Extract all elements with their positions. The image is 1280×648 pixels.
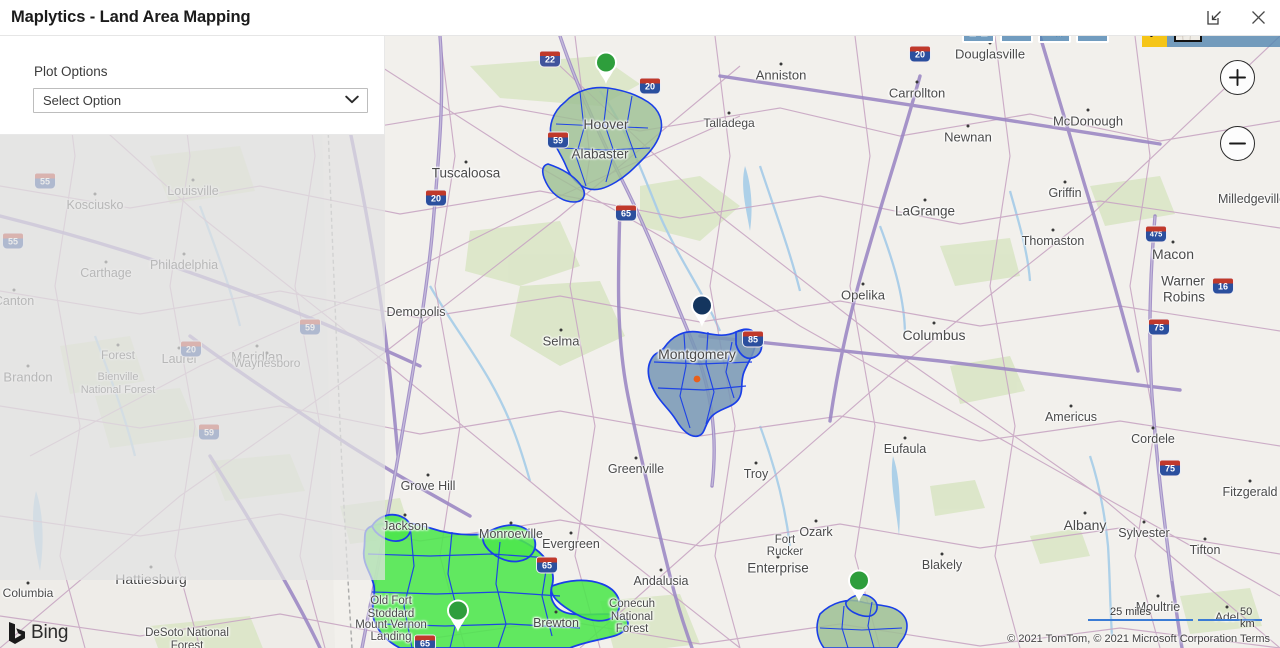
plot-options-panel: Plot Options Select Option bbox=[0, 36, 385, 135]
map-zoom-controls bbox=[1220, 60, 1255, 192]
plus-icon bbox=[1229, 69, 1246, 86]
bing-label: Bing bbox=[31, 622, 69, 643]
scale-line-miles bbox=[1088, 619, 1193, 621]
scale-bar: 25 miles 50 km bbox=[1050, 606, 1265, 630]
attribution-terms-link[interactable]: Terms bbox=[1240, 633, 1270, 645]
map-attribution: © 2021 TomTom, © 2021 Microsoft Corporat… bbox=[1007, 633, 1270, 645]
minus-icon bbox=[1229, 142, 1246, 145]
popout-icon[interactable] bbox=[1192, 0, 1236, 36]
close-glyph bbox=[1251, 11, 1265, 24]
bing-mark-icon bbox=[9, 622, 25, 644]
plot-options-label: Plot Options bbox=[34, 64, 108, 79]
plot-options-select-wrap: Select Option bbox=[33, 88, 368, 113]
attribution-text: © 2021 TomTom, © 2021 Microsoft Corporat… bbox=[1007, 633, 1238, 645]
window-buttons bbox=[1192, 0, 1280, 36]
title-bar: Maplytics - Land Area Mapping bbox=[0, 0, 1280, 36]
scale-miles-label: 25 miles bbox=[1110, 606, 1151, 618]
close-icon[interactable] bbox=[1236, 0, 1280, 36]
maplytics-app: Anniston Carrollton Douglasville Talladega H… bbox=[0, 0, 1280, 648]
scale-km-label: 50 km bbox=[1240, 606, 1255, 630]
page-title: Maplytics - Land Area Mapping bbox=[11, 8, 251, 26]
zoom-out-button[interactable] bbox=[1220, 126, 1255, 161]
popout-glyph bbox=[1206, 11, 1221, 25]
zoom-in-button[interactable] bbox=[1220, 60, 1255, 95]
bing-logo[interactable]: Bing bbox=[8, 622, 68, 644]
plot-options-select[interactable]: Select Option bbox=[33, 88, 368, 113]
